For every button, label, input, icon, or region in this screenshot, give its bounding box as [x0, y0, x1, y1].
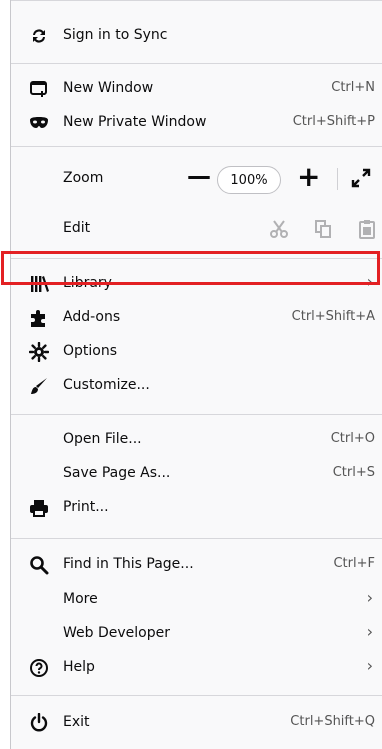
print-label: Print...: [63, 499, 109, 515]
menu-item-help[interactable]: Help ›: [11, 651, 382, 685]
zoom-in-button[interactable]: +: [297, 160, 320, 193]
gear-icon: [29, 342, 49, 362]
power-icon: [29, 713, 49, 733]
menu-item-exit[interactable]: Exit Ctrl+Shift+Q: [11, 706, 382, 740]
separator: [11, 414, 382, 415]
menu-item-more[interactable]: More ›: [11, 583, 382, 617]
find-label: Find in This Page...: [63, 556, 194, 572]
new-window-icon: [29, 79, 49, 99]
find-shortcut: Ctrl+F: [333, 556, 375, 571]
menu-item-open-file[interactable]: Open File... Ctrl+O: [11, 423, 382, 457]
open-file-label: Open File...: [63, 431, 142, 447]
addons-shortcut: Ctrl+Shift+A: [291, 309, 375, 324]
separator: [11, 63, 382, 64]
menu-item-web-developer[interactable]: Web Developer ›: [11, 617, 382, 651]
new-private-window-shortcut: Ctrl+Shift+P: [292, 114, 375, 129]
save-page-label: Save Page As...: [63, 465, 171, 481]
chevron-right-icon: ›: [366, 588, 373, 607]
menu-item-edit: Edit: [11, 212, 382, 246]
menu-item-find[interactable]: Find in This Page... Ctrl+F: [11, 548, 382, 582]
save-page-shortcut: Ctrl+S: [332, 465, 375, 480]
mask-icon: [29, 113, 49, 133]
new-window-shortcut: Ctrl+N: [331, 80, 375, 95]
menu-item-customize[interactable]: Customize...: [11, 369, 382, 403]
more-label: More: [63, 591, 98, 607]
cut-icon[interactable]: [269, 219, 289, 239]
sign-in-sync-label: Sign in to Sync: [63, 27, 168, 43]
zoom-out-button[interactable]: —: [187, 162, 211, 190]
top-border: [11, 0, 382, 1]
zoom-reset-button[interactable]: 100%: [217, 166, 281, 194]
addons-label: Add-ons: [63, 309, 121, 325]
menu-item-addons[interactable]: Add-ons Ctrl+Shift+A: [11, 301, 382, 335]
new-private-window-label: New Private Window: [63, 114, 207, 130]
separator: [11, 538, 382, 539]
new-window-label: New Window: [63, 80, 154, 96]
open-file-shortcut: Ctrl+O: [330, 431, 375, 446]
chevron-right-icon: ›: [366, 622, 373, 641]
help-label: Help: [63, 659, 95, 675]
zoom-divider: [337, 168, 338, 190]
web-developer-label: Web Developer: [63, 625, 170, 641]
help-icon: [29, 658, 49, 678]
fullscreen-icon[interactable]: [351, 168, 371, 188]
paste-icon[interactable]: [357, 219, 377, 239]
exit-label: Exit: [63, 714, 90, 730]
sync-icon: [29, 26, 49, 46]
options-highlight-box: [1, 251, 380, 285]
edit-label: Edit: [63, 220, 91, 236]
search-icon: [29, 555, 49, 575]
menu-item-new-private-window[interactable]: New Private Window Ctrl+Shift+P: [11, 106, 382, 140]
menu-item-zoom: Zoom — 100% +: [11, 160, 382, 196]
menu-item-save-page[interactable]: Save Page As... Ctrl+S: [11, 457, 382, 491]
puzzle-icon: [29, 308, 49, 328]
zoom-label: Zoom: [63, 170, 104, 186]
customize-label: Customize...: [63, 377, 150, 393]
app-menu-panel: Sign in to Sync New Window Ctrl+N New Pr…: [10, 0, 382, 749]
separator: [11, 146, 382, 147]
chevron-right-icon: ›: [366, 656, 373, 675]
printer-icon: [29, 498, 49, 518]
brush-icon: [29, 376, 49, 396]
options-label: Options: [63, 343, 118, 359]
separator: [11, 695, 382, 696]
menu-item-print[interactable]: Print...: [11, 491, 382, 525]
menu-item-options[interactable]: Options: [11, 335, 382, 369]
menu-item-sign-in-sync[interactable]: Sign in to Sync: [11, 19, 382, 53]
exit-shortcut: Ctrl+Shift+Q: [290, 714, 375, 729]
copy-icon[interactable]: [313, 219, 333, 239]
menu-item-new-window[interactable]: New Window Ctrl+N: [11, 72, 382, 106]
